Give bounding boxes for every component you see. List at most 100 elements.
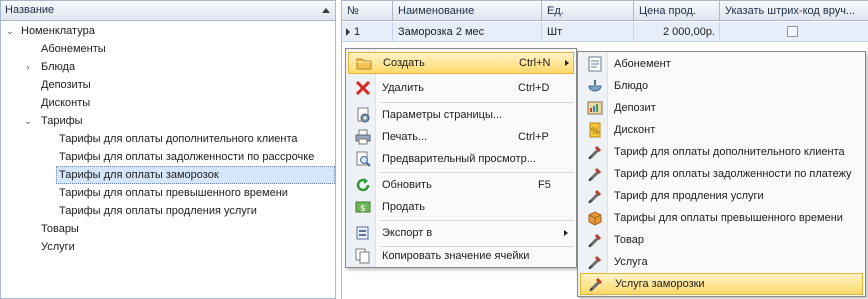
tree-item-label: Тарифы для оплаты дополнительного клиент… [59,133,298,145]
box-icon [587,210,603,226]
submenu-item-tariff-payment-debt[interactable]: Тариф для оплаты задолженности по платеж… [580,163,863,185]
column-header-number[interactable]: № [342,1,393,21]
submenu-item-tariff-extra-client[interactable]: Тариф для оплаты дополнительного клиента [580,141,863,163]
delete-x-icon [355,80,371,96]
cell-name[interactable]: Заморозка 2 мес [393,22,542,42]
submenu-item-tariff-extension[interactable]: Тариф для продления услуги [580,185,863,207]
tree-item-label: Дисконты [41,97,91,109]
menu-item-delete[interactable]: Удалить Ctrl+D [348,77,574,99]
tree-header[interactable]: Название [1,1,335,21]
submenu-arrow-icon [565,60,569,66]
tree-item-label: Абонементы [41,43,106,55]
submenu-arrow-icon [564,230,568,236]
tree-header-label: Название [5,4,55,16]
column-header-price[interactable]: Цена прод. [634,1,720,21]
menu-item-label: Депозит [614,102,656,114]
tree-item-goods[interactable]: Товары [1,220,335,238]
menu-item-preview[interactable]: Предварительный просмотр... [348,148,574,170]
tree-item-tariff-extra-client[interactable]: Тарифы для оплаты дополнительного клиент… [1,130,335,148]
submenu-item-service[interactable]: Услуга [580,251,863,273]
menu-item-print[interactable]: Печать... Ctrl+P [348,126,574,148]
context-menu: Создать Ctrl+N Удалить Ctrl+D Параметры … [345,48,577,268]
cell-unit[interactable]: Шт [542,22,634,42]
folder-create-icon [356,55,372,71]
subscription-icon [587,56,603,72]
menu-item-label: Создать [383,57,425,69]
submenu-item-deposit[interactable]: Депозит [580,97,863,119]
menu-item-label: Копировать значение ячейки [382,250,530,262]
svg-text:%: % [591,127,600,137]
table-row[interactable]: 1 Заморозка 2 мес Шт 2 000,00р. [342,22,868,42]
submenu-item-tariff-overtime[interactable]: Тарифы для оплаты превышенного времени [580,207,863,229]
discount-icon: % [587,122,603,138]
tree-item-label: Тарифы для оплаты превышенного времени [59,187,288,199]
column-header-barcode[interactable]: Указать штрих-код вруч... [720,1,868,21]
tree-item-tariff-overtime[interactable]: Тарифы для оплаты превышенного времени [1,184,335,202]
tariff-icon [587,188,603,204]
menu-item-refresh[interactable]: Обновить F5 [348,174,574,196]
cell-number[interactable]: 1 [342,22,393,42]
tree-item-tariff-freezes[interactable]: Тарифы для оплаты заморозок [56,166,335,184]
submenu-item-freeze-service[interactable]: Услуга заморозки [580,273,863,295]
tree-item-label: Тарифы для оплаты продления услуги [59,205,257,217]
tree-item-dishes[interactable]: › Блюда [1,58,335,76]
submenu-item-dish[interactable]: Блюдо [580,75,863,97]
refresh-icon [355,177,371,193]
menu-item-create[interactable]: Создать Ctrl+N [348,52,574,74]
tree-panel: Название ⌄ Номенклатура Абонементы › Блю… [0,0,336,299]
menu-item-label: Предварительный просмотр... [382,153,536,165]
menu-item-page-setup[interactable]: Параметры страницы... [348,104,574,126]
menu-item-label: Тариф для оплаты задолженности по платеж… [614,168,852,180]
submenu-item-goods[interactable]: Товар [580,229,863,251]
tree-item-discounts[interactable]: Дисконты [1,94,335,112]
menu-separator [380,172,574,173]
tree-item-tariff-installment-debt[interactable]: Тарифы для оплаты задолженности по расср… [1,148,335,166]
expand-chevron-icon[interactable]: › [23,58,33,76]
tree-item-nomenclature[interactable]: ⌄ Номенклатура [1,22,335,40]
menu-item-label: Удалить [382,82,424,94]
print-icon [355,129,371,145]
menu-item-shortcut: Ctrl+N [519,57,551,69]
export-icon [355,225,371,241]
tariff-icon [587,166,603,182]
menu-item-label: Блюдо [614,80,649,92]
tree-item-subscriptions[interactable]: Абонементы [1,40,335,58]
menu-item-shortcut: Ctrl+D [518,82,550,94]
menu-item-label: Параметры страницы... [382,109,503,121]
cell-price[interactable]: 2 000,00р. [634,22,720,42]
submenu-item-discount[interactable]: % Дисконт [580,119,863,141]
tree-item-label: Тарифы для оплаты заморозок [59,169,219,181]
tree-item-deposits[interactable]: Депозиты [1,76,335,94]
preview-icon [355,151,371,167]
collapse-chevron-icon[interactable]: ⌄ [23,112,33,130]
tree-item-label: Товары [41,223,79,235]
sort-ascending-icon [322,8,330,13]
submenu-item-subscription[interactable]: Абонемент [580,53,863,75]
collapse-chevron-icon[interactable]: ⌄ [5,22,15,40]
dish-icon [587,78,603,94]
page-setup-icon [355,107,371,123]
menu-item-label: Товар [614,234,644,246]
menu-item-label: Тариф для оплаты дополнительного клиента [614,146,845,158]
column-header-unit[interactable]: Ед. [542,1,634,21]
tree-item-label: Тарифы [41,115,83,127]
menu-item-sell[interactable]: $ Продать [348,196,574,218]
menu-item-label: Услуга [614,256,648,268]
create-submenu: Абонемент Блюдо Депозит % Дисконт Тариф … [577,51,866,297]
tariff-icon [588,276,604,292]
tree-item-services[interactable]: Услуги [1,238,335,256]
grid-header: № Наименование Ед. Цена прод. Указать шт… [342,1,868,21]
menu-item-copy-cell[interactable]: Копировать значение ячейки [348,245,574,267]
tree-item-tariff-extension[interactable]: Тарифы для оплаты продления услуги [1,202,335,220]
cell-barcode[interactable] [720,22,868,42]
menu-item-label: Обновить [382,179,432,191]
menu-item-label: Дисконт [614,124,656,136]
barcode-checkbox[interactable] [787,26,798,37]
menu-item-shortcut: F5 [538,179,551,191]
menu-item-label: Услуга заморозки [615,278,705,290]
menu-item-export[interactable]: Экспорт в [348,222,574,244]
tree-item-tariffs[interactable]: ⌄ Тарифы [1,112,335,130]
column-header-name[interactable]: Наименование [393,1,542,21]
menu-item-label: Печать... [382,131,428,143]
tree-item-label: Номенклатура [21,25,95,37]
